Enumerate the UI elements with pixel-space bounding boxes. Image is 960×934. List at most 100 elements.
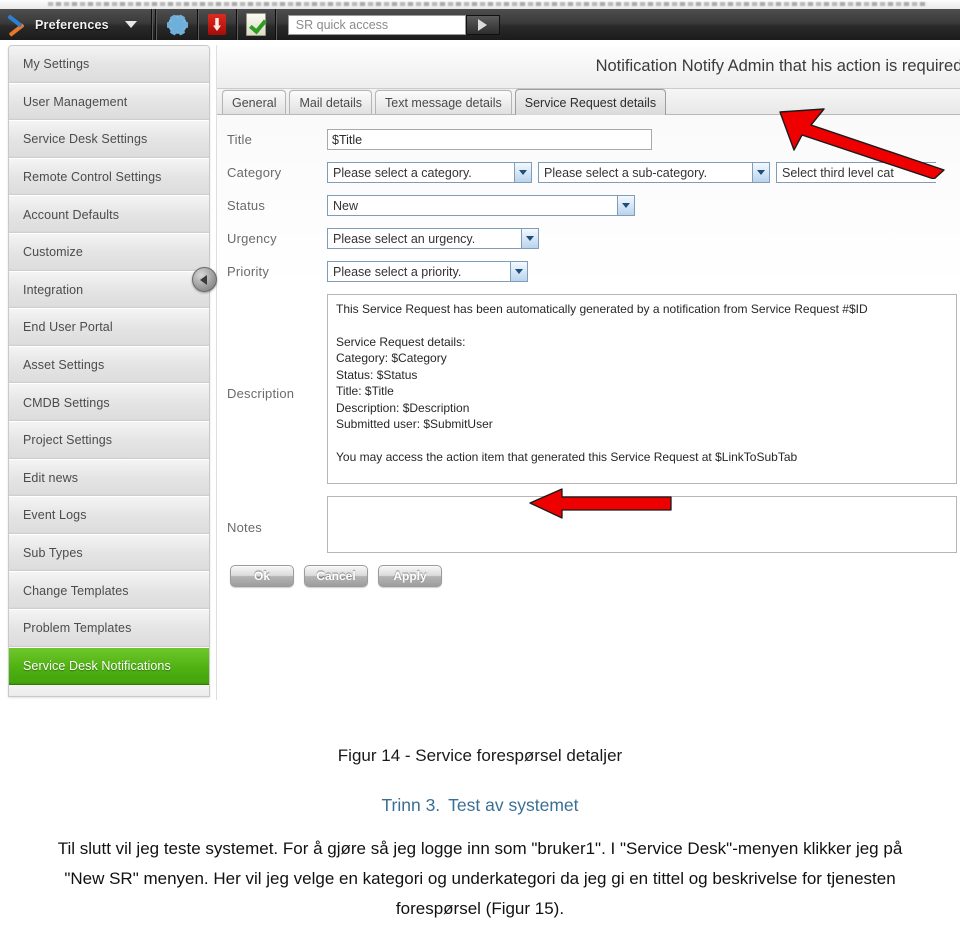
title-label: Title	[227, 132, 253, 147]
step-title: Test av systemet	[448, 795, 579, 815]
sidebar-item-event-logs[interactable]: Event Logs	[9, 497, 209, 535]
category-label: Category	[227, 165, 282, 180]
category-level1-select[interactable]: Please select a category.	[327, 162, 532, 183]
sidebar-item-remote-control-settings[interactable]: Remote Control Settings	[9, 158, 209, 197]
priority-label: Priority	[227, 264, 270, 279]
category-level1-value: Please select a category.	[333, 165, 472, 180]
category-level2-value: Please select a sub-category.	[544, 165, 708, 180]
form-button-bar: Ok Cancel Apply	[217, 565, 960, 587]
chevron-down-icon	[617, 196, 634, 215]
sidebar-item-user-management[interactable]: User Management	[9, 83, 209, 122]
sidebar-item-project-settings[interactable]: Project Settings	[9, 421, 209, 460]
status-label: Status	[227, 198, 266, 213]
service-request-details-form: Title $Title Category Please select a ca…	[217, 115, 960, 700]
priority-row: Priority Please select a priority.	[217, 261, 960, 282]
notes-label: Notes	[227, 520, 262, 535]
screwdriver-wrench-icon	[6, 15, 28, 35]
title-input[interactable]: $Title	[327, 129, 652, 150]
sidebar-item-cmdb-settings[interactable]: CMDB Settings	[9, 384, 209, 422]
sidebar-collapse-handle[interactable]	[192, 267, 217, 292]
chevron-down-icon[interactable]	[124, 21, 137, 28]
blurred-url-text	[48, 2, 928, 6]
tab-label: Text message details	[385, 95, 502, 110]
description-line: Title: $Title	[336, 384, 394, 398]
sidebar-item-label: Service Desk Notifications	[23, 658, 171, 673]
sidebar-item-asset-settings[interactable]: Asset Settings	[9, 346, 209, 385]
body-paragraph: Til slutt vil jeg teste systemet. For å …	[57, 839, 903, 918]
description-textarea[interactable]: This Service Request has been automatica…	[327, 294, 957, 484]
description-row: Description This Service Request has bee…	[217, 294, 960, 484]
sidebar-item-label: Integration	[23, 282, 84, 297]
embedded-screenshot-figure: Preferences SR quick access My Settings …	[0, 0, 960, 704]
tab-general[interactable]: General	[222, 90, 287, 114]
settings-sidebar: My Settings User Management Service Desk…	[8, 45, 210, 697]
tab-mail-details[interactable]: Mail details	[289, 90, 373, 114]
sidebar-item-label: Edit news	[23, 470, 79, 485]
sidebar-item-label: Service Desk Settings	[23, 132, 148, 147]
sidebar-item-label: My Settings	[23, 57, 90, 72]
description-line: Submitted user: $SubmitUser	[336, 417, 493, 431]
sidebar-item-label: Event Logs	[23, 508, 87, 523]
sidebar-item-service-desk-settings[interactable]: Service Desk Settings	[9, 121, 209, 159]
cancel-button[interactable]: Cancel	[304, 565, 368, 587]
chevron-down-icon	[752, 163, 769, 182]
sidebar-item-integration[interactable]: Integration	[9, 271, 209, 310]
tab-text-message-details[interactable]: Text message details	[375, 90, 512, 114]
content-panel: Notification Notify Admin that his actio…	[216, 45, 960, 700]
sidebar-item-service-desk-notifications[interactable]: Service Desk Notifications	[9, 647, 209, 686]
checked-document-icon	[245, 13, 266, 36]
app-toolbar: Preferences SR quick access	[0, 9, 960, 41]
category-level3-select[interactable]: Select third level cat	[776, 162, 936, 183]
pdf-icon	[207, 14, 226, 35]
sidebar-item-edit-news[interactable]: Edit news	[9, 459, 209, 498]
step-heading: Trinn 3. Test av systemet	[0, 795, 960, 816]
sidebar-item-my-settings[interactable]: My Settings	[9, 46, 209, 84]
sidebar-item-change-templates[interactable]: Change Templates	[9, 572, 209, 610]
urgency-label: Urgency	[227, 231, 277, 246]
urgency-value: Please select an urgency.	[333, 231, 476, 246]
status-value: New	[333, 198, 359, 213]
description-line: Category: $Category	[336, 351, 447, 365]
page-title: Notification Notify Admin that his actio…	[595, 57, 960, 75]
priority-select[interactable]: Please select a priority.	[327, 261, 528, 282]
sidebar-item-partial-cutoff[interactable]	[9, 685, 209, 696]
title-row: Title $Title	[217, 129, 960, 150]
chevron-down-icon	[510, 262, 527, 281]
play-arrow-icon	[478, 18, 488, 31]
sidebar-item-label: User Management	[23, 94, 128, 109]
sidebar-item-label: CMDB Settings	[23, 395, 110, 410]
sr-quick-access-go-button[interactable]	[465, 14, 500, 35]
status-row: Status New	[217, 195, 960, 216]
tab-label: Service Request details	[524, 95, 657, 110]
gear-icon	[167, 13, 189, 36]
description-line: Description: $Description	[336, 400, 470, 415]
sidebar-item-label: Problem Templates	[23, 621, 132, 636]
sr-quick-access-input[interactable]: SR quick access	[287, 14, 466, 35]
checked-document-button[interactable]	[237, 9, 276, 40]
settings-gear-button[interactable]	[159, 9, 198, 40]
sidebar-item-account-defaults[interactable]: Account Defaults	[9, 196, 209, 234]
ok-button[interactable]: Ok	[230, 565, 294, 587]
sidebar-item-label: Customize	[23, 245, 83, 260]
sidebar-item-customize[interactable]: Customize	[9, 233, 209, 272]
tab-label: Mail details	[299, 95, 363, 110]
urgency-select[interactable]: Please select an urgency.	[327, 228, 539, 249]
status-select[interactable]: New	[327, 195, 635, 216]
sidebar-item-label: Account Defaults	[23, 207, 120, 222]
category-level2-select[interactable]: Please select a sub-category.	[538, 162, 770, 183]
apply-button[interactable]: Apply	[378, 565, 442, 587]
export-pdf-button[interactable]	[198, 9, 237, 40]
preferences-label: Preferences	[35, 17, 109, 32]
notes-textarea[interactable]	[327, 496, 957, 553]
notes-row: Notes	[217, 496, 960, 553]
sidebar-item-end-user-portal[interactable]: End User Portal	[9, 309, 209, 347]
toolbar-divider	[154, 9, 156, 40]
step-number: Trinn 3.	[381, 795, 441, 815]
sidebar-item-sub-types[interactable]: Sub Types	[9, 534, 209, 573]
sidebar-item-label: Sub Types	[23, 546, 83, 561]
preferences-menu-button[interactable]: Preferences	[0, 9, 152, 40]
description-line: You may access the action item that gene…	[336, 449, 798, 464]
sidebar-item-problem-templates[interactable]: Problem Templates	[9, 609, 209, 648]
tab-service-request-details[interactable]: Service Request details	[514, 89, 667, 115]
sidebar-item-label: Asset Settings	[23, 358, 105, 373]
